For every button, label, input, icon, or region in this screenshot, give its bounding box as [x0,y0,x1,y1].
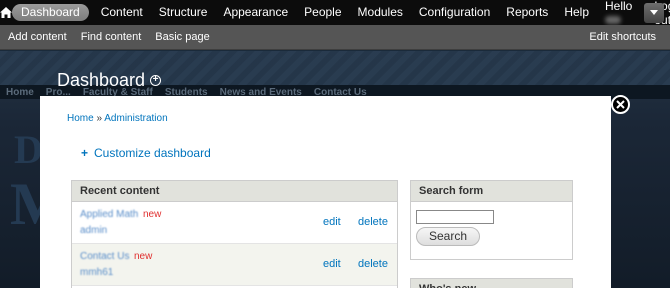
search-form-block: Search form Search [410,180,573,260]
search-button[interactable]: Search [416,227,480,246]
toolbar-structure[interactable]: Structure [151,0,216,25]
site-nav-item: Home [6,86,34,98]
breadcrumb-home[interactable]: Home [67,113,94,124]
chevron-down-icon [650,10,658,15]
block-title: Recent content [72,181,397,202]
toolbar-dashboard[interactable]: Dashboard [12,4,89,21]
toolbar-configuration[interactable]: Configuration [411,0,498,25]
content-title-link[interactable]: Applied Math [80,209,138,220]
toolbar-reports[interactable]: Reports [498,0,556,25]
table-row: Contact Us new mmh61 edit delete [72,244,397,286]
customize-dashboard-link[interactable]: + Customize dashboard [81,146,211,160]
plus-icon: + [81,146,89,160]
toolbar-modules[interactable]: Modules [350,0,411,25]
new-badge: new [134,251,153,262]
add-shortcut-icon[interactable]: + [150,75,161,86]
edit-shortcuts-link[interactable]: Edit shortcuts [589,25,656,50]
block-title: Search form [411,181,572,202]
page-title: Dashboard [57,70,146,90]
author-link[interactable]: admin [80,225,107,236]
close-icon [616,100,625,109]
edit-link[interactable]: edit [323,216,341,228]
whos-new-block: Who's new [410,278,573,288]
breadcrumb-separator: » [96,113,103,124]
shortcut-add-content[interactable]: Add content [0,31,73,43]
close-overlay-button[interactable] [611,95,630,114]
delete-link[interactable]: delete [358,216,388,228]
admin-toolbar: Dashboard Content Structure Appearance P… [0,0,670,27]
toolbar-content[interactable]: Content [93,0,151,25]
toolbar-people[interactable]: People [296,0,349,25]
content-title-link[interactable]: Contact Us [80,251,129,262]
username-blurred [605,16,621,25]
breadcrumb: Home » Administration [67,113,168,124]
toolbar-appearance[interactable]: Appearance [215,0,296,25]
shortcut-bar: Add content Find content Basic page Edit… [0,25,670,50]
block-title: Who's new [411,279,572,288]
recent-content-block: Recent content Applied Math new admin ed… [71,180,398,288]
toolbar-help[interactable]: Help [556,0,597,25]
search-input[interactable] [416,210,494,224]
new-badge: new [143,209,162,220]
edit-link[interactable]: edit [323,258,341,270]
table-row: Applied Math new admin edit delete [72,202,397,244]
shortcut-basic-page[interactable]: Basic page [147,31,215,43]
breadcrumb-administration[interactable]: Administration [104,113,167,124]
home-icon[interactable] [0,0,12,25]
customize-label: Customize dashboard [94,146,211,160]
delete-link[interactable]: delete [358,258,388,270]
shortcut-find-content[interactable]: Find content [73,31,148,43]
author-link[interactable]: mmh61 [80,267,113,278]
background-decor: D [14,127,43,172]
hello-user[interactable]: Hello [597,0,640,27]
toggle-shortcuts-button[interactable] [644,3,664,23]
hello-label: Hello [605,0,633,13]
